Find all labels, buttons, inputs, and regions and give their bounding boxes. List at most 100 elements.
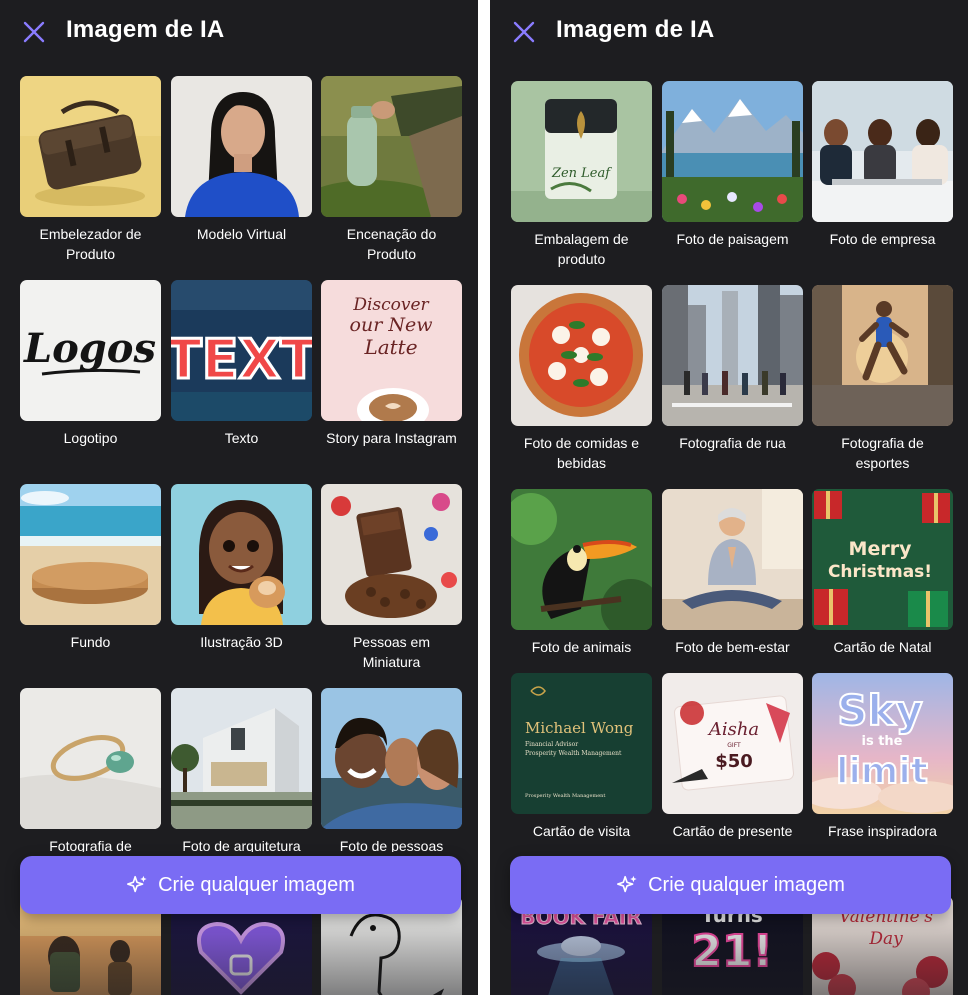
tile-label: Ilustração 3D	[200, 634, 283, 650]
tile-image: Zen Leaf	[511, 81, 652, 222]
tile-label: Foto de empresa	[829, 231, 936, 247]
tile-foto-arquitetura[interactable]: Foto de arquitetura	[171, 688, 312, 856]
tile-pessoas-miniatura[interactable]: Pessoas em Miniatura	[321, 484, 462, 672]
tile-cartao-visita[interactable]: Michael Wong Financial Advisor Prosperit…	[511, 673, 652, 841]
tile-label: Cartão de Natal	[833, 639, 932, 655]
gift-word: GIFT	[727, 742, 741, 749]
gift-amount: $50	[715, 751, 753, 772]
close-icon[interactable]	[512, 20, 536, 44]
right-screen: Imagem de IA Zen Leaf Embalagem de produ…	[490, 0, 968, 995]
tile-label: Modelo Virtual	[196, 226, 287, 242]
tile-label: Fotografia de esportes	[841, 435, 924, 471]
tile-image	[511, 489, 652, 630]
tile-label: Story para Instagram	[326, 430, 457, 446]
tile-foto-empresa[interactable]: Foto de empresa	[812, 81, 953, 249]
tile-cartao-natal[interactable]: Merry Christmas! Cartão de Natal	[812, 489, 953, 657]
tile-story-instagram[interactable]: Discover our New Latte Story para Instag…	[321, 280, 462, 448]
quote-line-2: is the	[861, 734, 902, 749]
tile-label: Foto de paisagem	[676, 231, 789, 247]
tile-image	[662, 489, 803, 630]
peek-text-day: Day	[868, 929, 903, 949]
tile-image	[662, 285, 803, 426]
tile-label: Embelezador de Produto	[39, 226, 142, 262]
cta-label: Crie qualquer imagem	[158, 873, 355, 896]
tile-image	[812, 81, 953, 222]
story-line-3: Latte	[363, 335, 417, 359]
tile-label: Foto de animais	[531, 639, 632, 655]
peek-text-21: 21!	[691, 926, 772, 977]
tile-fotografia-rua[interactable]: Fotografia de rua	[662, 285, 803, 453]
tile-image	[171, 484, 312, 625]
tile-label: Foto de comidas e bebidas	[523, 435, 640, 471]
tile-image: Discover our New Latte	[321, 280, 462, 421]
tile-image	[20, 76, 161, 217]
zen-leaf-art-text: Zen Leaf	[551, 166, 612, 181]
tile-label: Encenação do Produto	[346, 226, 437, 262]
tile-label: Frase inspiradora	[828, 823, 937, 839]
close-icon[interactable]	[22, 20, 46, 44]
tile-logotipo[interactable]: Logos Logotipo	[20, 280, 161, 448]
tile-image	[812, 285, 953, 426]
header: Imagem de IA	[490, 0, 968, 64]
logo-art-text: Logos	[23, 325, 156, 372]
left-screen: Imagem de IA Embelezador de Produto Mode…	[0, 0, 478, 995]
tile-label: Fotografia de rua	[679, 435, 786, 451]
tile-ilustracao-3d[interactable]: Ilustração 3D	[171, 484, 312, 652]
page-title: Imagem de IA	[66, 16, 225, 43]
tile-image: Sky is the limit	[812, 673, 953, 814]
tile-image: Aisha GIFT $50	[662, 673, 803, 814]
tile-modelo-virtual[interactable]: Modelo Virtual	[171, 76, 312, 244]
tile-image	[321, 76, 462, 217]
tile-fotografia-esportes[interactable]: Fotografia de esportes	[812, 285, 953, 473]
create-any-image-button[interactable]: Crie qualquer imagem	[20, 856, 461, 914]
tile-label: Embalagem de produto	[534, 231, 629, 267]
tile-texto[interactable]: TEXT Texto	[171, 280, 312, 448]
tile-embelezador-produto[interactable]: Embelezador de Produto	[20, 76, 161, 264]
tile-label: Cartão de visita	[532, 823, 631, 839]
tile-frase-inspiradora[interactable]: Sky is the limit Frase inspiradora	[812, 673, 953, 841]
card-footer: Prosperity Wealth Management	[525, 793, 605, 799]
sparkle-icon	[127, 875, 147, 893]
christmas-line-2: Christmas!	[828, 562, 932, 582]
tile-image: Michael Wong Financial Advisor Prosperit…	[511, 673, 652, 814]
tile-image	[20, 688, 161, 829]
tile-label: Logotipo	[63, 430, 118, 446]
tile-fotografia-de[interactable]: Fotografia de	[20, 688, 161, 856]
tile-foto-animais[interactable]: Foto de animais	[511, 489, 652, 657]
tile-foto-paisagem[interactable]: Foto de paisagem	[662, 81, 803, 249]
card-name: Michael Wong	[525, 719, 634, 737]
tile-cartao-presente[interactable]: Aisha GIFT $50 Cartão de presente	[662, 673, 803, 841]
header: Imagem de IA	[0, 0, 478, 64]
tile-encenacao-produto[interactable]: Encenação do Produto	[321, 76, 462, 264]
tile-image: TEXT	[171, 280, 312, 421]
tile-label: Fundo	[70, 634, 111, 650]
tile-image	[662, 81, 803, 222]
tile-foto-comidas[interactable]: Foto de comidas e bebidas	[511, 285, 652, 473]
tile-fundo[interactable]: Fundo	[20, 484, 161, 652]
create-any-image-button[interactable]: Crie qualquer imagem	[510, 856, 951, 914]
cta-label: Crie qualquer imagem	[648, 873, 845, 896]
tile-image: Merry Christmas!	[812, 489, 953, 630]
tile-image	[171, 688, 312, 829]
quote-line-3: limit	[836, 751, 928, 792]
tile-image	[20, 484, 161, 625]
sparkle-icon	[617, 875, 637, 893]
tile-label: Cartão de presente	[672, 823, 793, 839]
tile-image	[511, 285, 652, 426]
tile-embalagem-produto[interactable]: Zen Leaf Embalagem de produto	[511, 81, 652, 269]
tile-foto-pessoas[interactable]: Foto de pessoas	[321, 688, 462, 856]
tile-image	[321, 484, 462, 625]
story-line-1: Discover	[352, 295, 429, 315]
tile-label: Pessoas em Miniatura	[352, 634, 431, 670]
tile-image	[171, 76, 312, 217]
tile-label: Texto	[224, 430, 259, 446]
card-role: Financial Advisor	[525, 741, 578, 748]
page-title: Imagem de IA	[556, 16, 715, 43]
quote-line-1: Sky	[837, 686, 923, 735]
tile-image: Logos	[20, 280, 161, 421]
card-company: Prosperity Wealth Management	[525, 750, 622, 757]
tile-foto-bem-estar[interactable]: Foto de bem-estar	[662, 489, 803, 657]
christmas-line-1: Merry	[849, 538, 913, 560]
gift-name: Aisha	[707, 719, 759, 740]
tile-image	[321, 688, 462, 829]
